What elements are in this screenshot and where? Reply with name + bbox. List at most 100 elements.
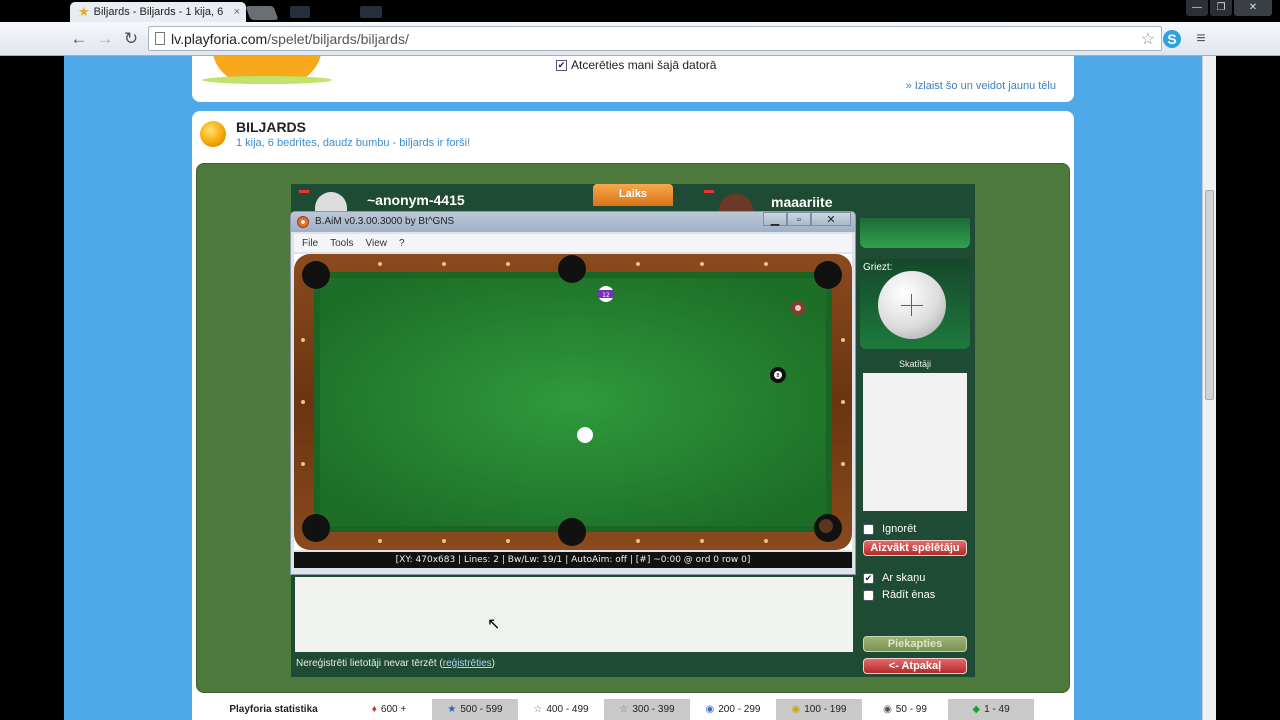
stats-range: ◉ 200 - 299 — [690, 699, 776, 720]
spin-label: Griezt: — [863, 262, 893, 273]
page-content: ✔ Atcerēties mani šajā datorā » Izlaist … — [64, 56, 1202, 720]
green-gem-icon: ◆ — [972, 704, 981, 715]
left-margin — [0, 56, 64, 720]
spectators-panel: Skatītāji — [860, 357, 970, 517]
skype-icon[interactable]: S — [1163, 30, 1181, 48]
pool-table-svg[interactable]: 12 8 — [294, 254, 852, 550]
table-felt — [320, 278, 826, 526]
url-path: /spelet/biljards/biljards/ — [267, 30, 409, 47]
forward-arrow-icon[interactable]: → — [94, 28, 116, 50]
shadows-label: Rādīt ēnas — [882, 589, 936, 601]
baim-minimize-button[interactable]: ▁ — [763, 212, 787, 226]
browser-tab[interactable]: ★ Biljards - Biljards - 1 kija, 6 × — [70, 2, 246, 22]
new-tab-button[interactable] — [245, 6, 279, 20]
stats-range: ◆ 1 - 49 — [948, 699, 1034, 720]
url-host: lv.playforia.com — [171, 30, 268, 47]
baim-close-button[interactable]: ✕ — [811, 212, 851, 226]
baim-title: B.AiM v0.3.00.3000 by Bt^GNS — [315, 216, 455, 227]
tab-title: Biljards - Biljards - 1 kija, 6 — [93, 6, 224, 18]
pocketed-ball — [819, 519, 833, 533]
player1-name: ~anonym-4415 — [367, 192, 465, 208]
cue-ball — [577, 427, 593, 443]
stats-label: Playforia statistika — [229, 704, 318, 715]
ignore-checkbox[interactable] — [863, 523, 874, 535]
sound-option[interactable]: ✔ Ar skaņu — [863, 572, 925, 584]
red-gem-icon: ♦ — [371, 704, 377, 715]
baim-window[interactable]: B.AiM v0.3.00.3000 by Bt^GNS ▁ ▫ ✕ File … — [290, 211, 856, 575]
scrollbar-thumb[interactable] — [1205, 190, 1214, 400]
kick-player-button[interactable]: Aizvākt spēlētāju — [863, 540, 967, 556]
menu-tools[interactable]: Tools — [330, 238, 353, 249]
baim-menubar: File Tools View ? — [294, 234, 852, 252]
player2-bar — [860, 218, 970, 248]
back-button[interactable]: <- Atpakaļ — [863, 658, 967, 674]
spectators-list[interactable] — [863, 373, 967, 511]
window-controls: — ❐ ✕ — [1186, 0, 1272, 16]
baim-titlebar[interactable]: B.AiM v0.3.00.3000 by Bt^GNS ▁ ▫ ✕ — [291, 212, 855, 232]
menu-file[interactable]: File — [302, 238, 318, 249]
minimize-button[interactable]: — — [1186, 0, 1208, 16]
titlebar-ghost-icon — [360, 6, 382, 18]
shadows-option[interactable]: Rādīt ēnas — [863, 589, 935, 601]
bookmark-star-icon[interactable]: ☆ — [1141, 29, 1155, 49]
grey-star-icon: ☆ — [533, 704, 543, 715]
grey-smiley-icon: ◉ — [883, 704, 892, 715]
back-arrow-icon[interactable]: ← — [68, 28, 90, 50]
crosshair-h — [901, 305, 923, 306]
ball-7-spot — [795, 305, 801, 311]
mouse-cursor-icon: ↖ — [487, 616, 501, 633]
spin-control[interactable]: Griezt: — [860, 259, 970, 349]
blue-star-icon: ★ — [447, 704, 457, 715]
address-bar[interactable]: lv.playforia.com /spelet/biljards/biljar… — [148, 26, 1162, 51]
stats-range: ☆ 400 - 499 — [518, 699, 604, 720]
player2-minus-icon — [704, 190, 714, 193]
game-ball-icon — [200, 121, 226, 147]
stats-range: ☆ 300 - 399 — [604, 699, 690, 720]
ignore-option[interactable]: Ignorēt — [863, 523, 916, 535]
sound-label: Ar skaņu — [882, 572, 926, 584]
baim-maximize-button[interactable]: ▫ — [787, 212, 811, 226]
game-title: BILJARDS — [236, 119, 307, 135]
chat-note-text: Nereģistrēti lietotāji nevar tērzēt — [296, 658, 437, 669]
remember-label: Atcerēties mani šajā datorā — [571, 58, 717, 72]
stats-range: ◉ 100 - 199 — [776, 699, 862, 720]
reload-icon[interactable]: ↻ — [120, 28, 142, 50]
shadows-checkbox[interactable] — [863, 589, 874, 601]
remember-me[interactable]: ✔ Atcerēties mani šajā datorā — [556, 58, 716, 72]
menu-help[interactable]: ? — [399, 238, 405, 249]
page-icon — [155, 32, 165, 45]
right-pane: Griezt: Skatītāji Ignorēt Aizvākt spēlēt… — [860, 259, 970, 677]
outline-star-icon: ☆ — [619, 704, 629, 715]
baim-statusbar: [XY: 470x683 | Lines: 2 | Bw/Lw: 19/1 | … — [294, 552, 852, 568]
blue-smiley-icon: ◉ — [705, 704, 715, 715]
skip-create-link[interactable]: » Izlaist šo un veidot jaunu tēlu — [906, 80, 1056, 92]
tab-close-icon[interactable]: × — [234, 6, 240, 18]
game-subtitle: 1 kija, 6 bedrītes, daudz bumbu - biljar… — [236, 137, 471, 149]
menu-icon[interactable]: ≡ — [1192, 30, 1210, 48]
stats-range: ♦ 600 + — [346, 699, 432, 720]
spectators-label: Skatītāji — [898, 359, 931, 369]
pool-table-view[interactable]: 12 8 — [294, 254, 852, 550]
page-scrollbar[interactable] — [1202, 56, 1216, 720]
tab-favicon-icon: ★ — [78, 4, 90, 19]
stats-range: ★ 500 - 599 — [432, 699, 518, 720]
ignore-label: Ignorēt — [882, 523, 917, 535]
player1-minus-icon — [299, 190, 309, 193]
join-button[interactable]: Piekapties — [863, 636, 967, 652]
ball-8-label: 8 — [776, 373, 779, 379]
game-header: BILJARDS 1 kija, 6 bedrītes, daudz bumbu… — [200, 119, 470, 149]
ball-12-label: 12 — [602, 292, 610, 299]
sound-checkbox[interactable]: ✔ — [863, 572, 874, 584]
logo-shadow — [202, 76, 332, 84]
maximize-button[interactable]: ❐ — [1210, 0, 1232, 16]
titlebar-ghost-icon — [290, 6, 310, 18]
register-link[interactable]: reģistrēties — [443, 658, 492, 669]
chat-area[interactable] — [295, 577, 853, 652]
close-button[interactable]: ✕ — [1234, 0, 1272, 16]
chat-note: Nereģistrēti lietotāji nevar tērzēt (reģ… — [296, 658, 495, 669]
player2-name: maaariite — [771, 194, 833, 210]
remember-checkbox[interactable]: ✔ — [556, 59, 567, 71]
stats-bar: Playforia statistika ♦ 600 + ★ 500 - 599 ☆… — [201, 699, 1071, 720]
baim-app-icon — [297, 216, 309, 228]
menu-view[interactable]: View — [365, 238, 387, 249]
